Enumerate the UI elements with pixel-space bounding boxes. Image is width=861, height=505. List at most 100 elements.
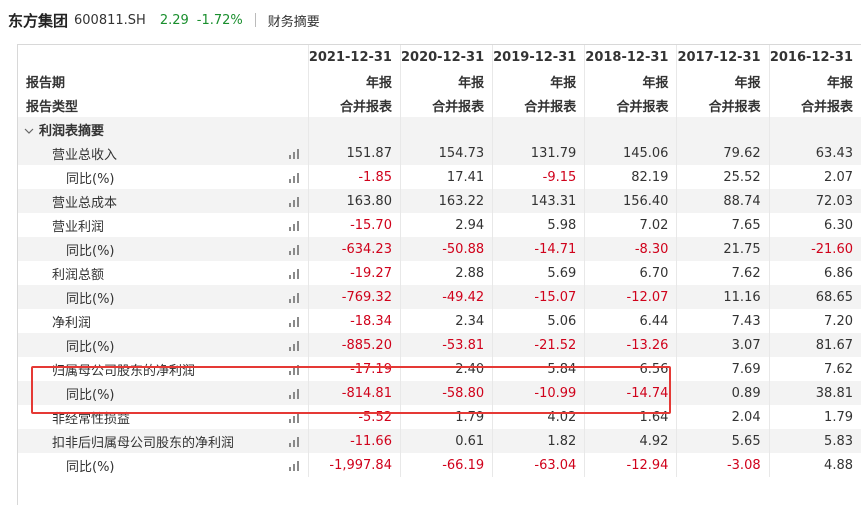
bar-chart-icon[interactable] (288, 412, 302, 423)
value-cell: 5.84 (492, 357, 585, 381)
value-cell: -10.99 (492, 381, 585, 405)
bar-chart-icon[interactable] (288, 268, 302, 279)
empty-cell (399, 117, 493, 141)
value-cell: -58.80 (399, 381, 493, 405)
column-date[interactable]: 2020-12-31 (399, 45, 493, 69)
value-cell: 82.19 (584, 165, 677, 189)
value-cell: -12.07 (584, 285, 677, 309)
value-cell: 81.67 (768, 333, 861, 357)
value-cell: -634.23 (307, 237, 401, 261)
row-label-cell: 同比(%) (18, 381, 309, 405)
value-cell: 63.43 (768, 141, 861, 165)
column-date[interactable]: 2017-12-31 (676, 45, 770, 69)
header-row-label: 报告类型 (26, 99, 79, 115)
header-divider (254, 13, 256, 27)
value-cell: -1.85 (307, 165, 401, 189)
section-label-cell[interactable]: 利润表摘要 (18, 117, 309, 141)
bar-chart-icon[interactable] (288, 148, 302, 159)
value-cell: 79.62 (676, 141, 770, 165)
header-cell: 合并报表 (399, 93, 493, 117)
row-label-cell: 同比(%) (18, 165, 308, 189)
column-date[interactable]: 2021-12-31 (307, 45, 401, 69)
value-cell: 6.56 (584, 357, 677, 381)
column-date[interactable]: 2016-12-31 (768, 45, 861, 69)
row-label-cell: 净利润 (18, 309, 308, 333)
value-cell: 151.87 (307, 141, 401, 165)
row-label: 营业总收入 (52, 147, 118, 163)
bar-chart-icon[interactable] (288, 316, 302, 327)
table-row: 营业总收入 151.87 154.73 131.79 145.06 79.62 63.43 (18, 141, 861, 165)
section-row[interactable]: 利润表摘要 (18, 117, 861, 141)
empty-cell (676, 117, 770, 141)
value-cell: 7.43 (676, 309, 770, 333)
row-label-cell: 营业利润 (18, 213, 308, 237)
financial-summary-table: 2021-12-31 2020-12-31 2019-12-31 2018-12-31… (18, 45, 861, 477)
row-label: 归属母公司股东的净利润 (52, 363, 196, 379)
value-cell: -14.71 (492, 237, 585, 261)
row-label: 同比(%) (66, 459, 115, 475)
value-cell: 2.07 (768, 165, 861, 189)
table-row: 非经常性损益 -5.52 1.79 4.02 1.64 2.04 1.79 (18, 405, 861, 429)
row-label-cell: 非经常性损益 (18, 405, 308, 429)
bar-chart-icon[interactable] (288, 172, 302, 183)
column-date[interactable]: 2019-12-31 (492, 45, 585, 69)
header-cell: 合并报表 (768, 93, 861, 117)
value-cell: -5.52 (307, 405, 401, 429)
table-row: 营业利润 -15.70 2.94 5.98 7.02 7.65 6.30 (18, 213, 861, 237)
value-cell: -12.94 (584, 453, 677, 477)
header-row-label: 报告期 (26, 75, 66, 91)
header-cell: 合并报表 (676, 93, 770, 117)
value-cell: 1.79 (768, 405, 861, 429)
row-label-cell: 同比(%) (18, 285, 309, 309)
value-cell: 5.69 (492, 261, 585, 285)
row-label: 同比(%) (66, 339, 115, 355)
bar-chart-icon[interactable] (288, 244, 302, 255)
value-cell: -11.66 (307, 429, 401, 453)
column-date[interactable]: 2018-12-31 (584, 45, 677, 69)
bar-chart-icon[interactable] (288, 460, 302, 471)
empty-cell (768, 117, 861, 141)
value-cell: 3.07 (676, 333, 770, 357)
value-cell: -63.04 (492, 453, 585, 477)
header-row: 报告期 年报 年报 年报 年报 年报 年报 (18, 69, 861, 93)
bar-chart-icon[interactable] (288, 220, 302, 231)
value-cell: -49.42 (399, 285, 493, 309)
value-cell: -18.34 (307, 309, 401, 333)
bar-chart-icon[interactable] (288, 292, 302, 303)
value-cell: 5.83 (768, 429, 861, 453)
bar-chart-icon[interactable] (288, 340, 302, 351)
value-cell: 154.73 (399, 141, 493, 165)
bar-chart-icon[interactable] (288, 196, 302, 207)
row-label: 营业总成本 (52, 195, 118, 211)
header-row: 报告类型 合并报表 合并报表 合并报表 合并报表 合并报表 合并报表 (18, 93, 861, 117)
value-cell: 143.31 (492, 189, 585, 213)
header-cell: 年报 (584, 69, 677, 93)
row-label: 非经常性损益 (52, 411, 131, 427)
header-cell: 合并报表 (307, 93, 401, 117)
table-row: 同比(%) -814.81 -58.80 -10.99 -14.74 0.89 38.81 (18, 381, 861, 405)
value-cell: 156.40 (584, 189, 677, 213)
value-cell: 11.16 (676, 285, 770, 309)
chevron-down-icon[interactable] (24, 124, 34, 139)
table-row: 同比(%) -634.23 -50.88 -14.71 -8.30 21.75 -21.60 (18, 237, 861, 261)
table-row: 净利润 -18.34 2.34 5.06 6.44 7.43 7.20 (18, 309, 861, 333)
bar-chart-icon[interactable] (288, 388, 302, 399)
value-cell: -3.08 (676, 453, 770, 477)
table-row: 同比(%) -769.32 -49.42 -15.07 -12.07 11.16 68.65 (18, 285, 861, 309)
value-cell: 68.65 (768, 285, 861, 309)
row-label: 利润总额 (52, 267, 105, 283)
value-cell: -53.81 (399, 333, 493, 357)
row-label: 同比(%) (66, 387, 115, 403)
value-cell: -13.26 (584, 333, 677, 357)
value-cell: 0.89 (676, 381, 770, 405)
stock-change: -1.72% (196, 12, 243, 28)
value-cell: -9.15 (492, 165, 585, 189)
stock-name[interactable]: 东方集团 (8, 10, 68, 31)
value-cell: 6.70 (584, 261, 677, 285)
column-header-row: 2021-12-31 2020-12-31 2019-12-31 2018-12-31… (18, 45, 861, 69)
bar-chart-icon[interactable] (288, 364, 302, 375)
value-cell: 163.80 (307, 189, 401, 213)
value-cell: -8.30 (584, 237, 677, 261)
row-label-cell: 归属母公司股东的净利润 (18, 357, 308, 381)
bar-chart-icon[interactable] (288, 436, 302, 447)
